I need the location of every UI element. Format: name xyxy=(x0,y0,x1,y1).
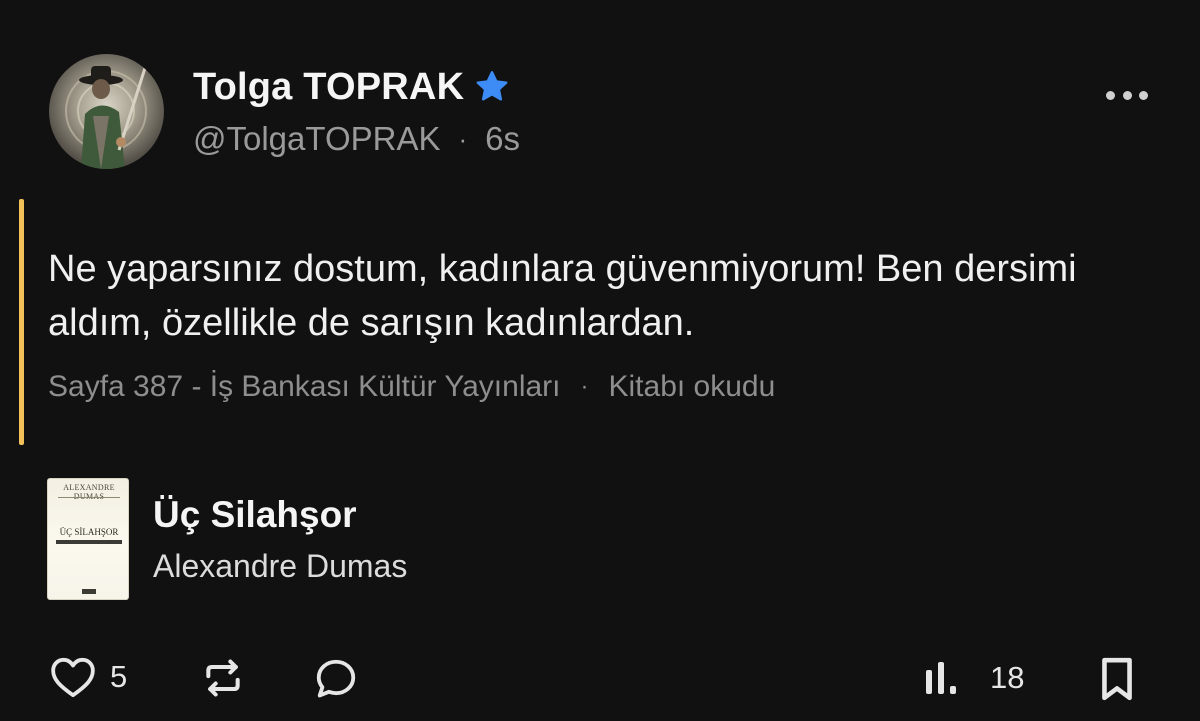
more-horizontal-icon xyxy=(1106,90,1115,100)
book-cover-title: ÜÇ SİLAHŞOR xyxy=(59,527,119,537)
verified-star-icon xyxy=(476,71,508,101)
heart-icon xyxy=(51,657,95,698)
book-cover[interactable]: ALEXANDRE DUMAS ÜÇ SİLAHŞOR xyxy=(47,478,129,600)
views-count: 18 xyxy=(990,660,1025,695)
book-cover-band xyxy=(56,540,122,544)
author-handle-row: @TolgaTOPRAK · 6s xyxy=(193,120,520,158)
more-horizontal-icon xyxy=(1122,90,1132,100)
author-handle[interactable]: @TolgaTOPRAK xyxy=(193,120,440,158)
author-display-name[interactable]: Tolga TOPRAK xyxy=(193,66,464,109)
views-button[interactable]: 18 xyxy=(922,660,1024,696)
more-options-button[interactable] xyxy=(1106,84,1148,106)
book-cover-publisher-logo xyxy=(82,589,96,594)
like-count: 5 xyxy=(110,659,128,694)
bookmark-icon xyxy=(1102,657,1132,701)
avatar-figure-image xyxy=(65,66,147,169)
bookmark-button[interactable] xyxy=(1098,656,1136,702)
quote-page-info: Sayfa 387 - İş Bankası Kültür Yayınları xyxy=(48,370,561,403)
speech-bubble-icon xyxy=(316,659,356,698)
bar-chart-icon xyxy=(926,662,956,694)
author-name-row: Tolga TOPRAK xyxy=(193,64,510,110)
post-card: Tolga TOPRAK @TolgaTOPRAK · 6s Ne yapars… xyxy=(0,0,1200,721)
like-button[interactable]: 5 xyxy=(50,656,127,698)
post-time: 6s xyxy=(485,120,521,157)
book-title[interactable]: Üç Silahşor xyxy=(153,494,357,536)
quote-meta: Sayfa 387 - İş Bankası Kültür Yayınları … xyxy=(48,370,775,404)
more-horizontal-icon xyxy=(1139,90,1148,100)
repost-icon xyxy=(206,659,240,697)
handle-separator: · xyxy=(458,123,468,154)
book-cover-rule xyxy=(58,497,120,498)
book-cover-author: ALEXANDRE DUMAS xyxy=(63,483,115,501)
repost-button[interactable] xyxy=(200,656,246,700)
quote-meta-separator: · xyxy=(580,373,589,400)
book-author[interactable]: Alexandre Dumas xyxy=(153,548,407,585)
avatar[interactable] xyxy=(49,54,164,169)
quote-accent-bar xyxy=(19,199,24,445)
reading-status: Kitabı okudu xyxy=(608,370,776,403)
reply-button[interactable] xyxy=(312,656,360,702)
quote-text: Ne yaparsınız dostum, kadınlara güvenmiy… xyxy=(48,248,1077,344)
